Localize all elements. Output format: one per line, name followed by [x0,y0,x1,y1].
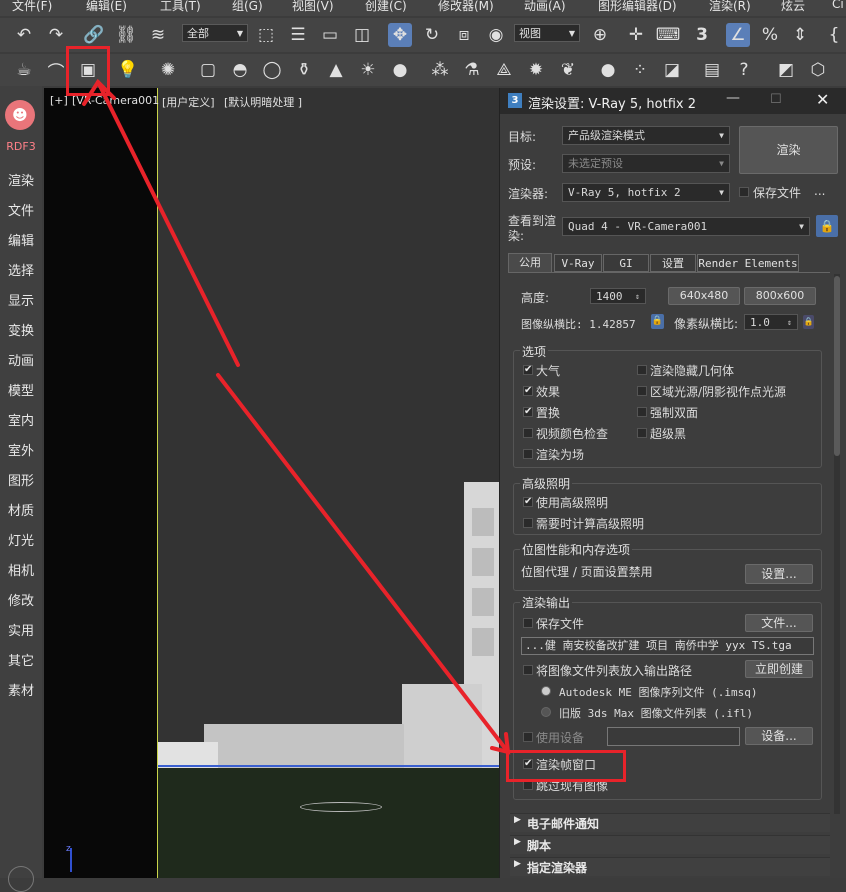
annotation-arrowhead-up [82,78,116,106]
annotation-arrows [82,78,511,755]
annotation-arrow-up [96,80,240,367]
annotation-arrow-down [216,373,510,754]
